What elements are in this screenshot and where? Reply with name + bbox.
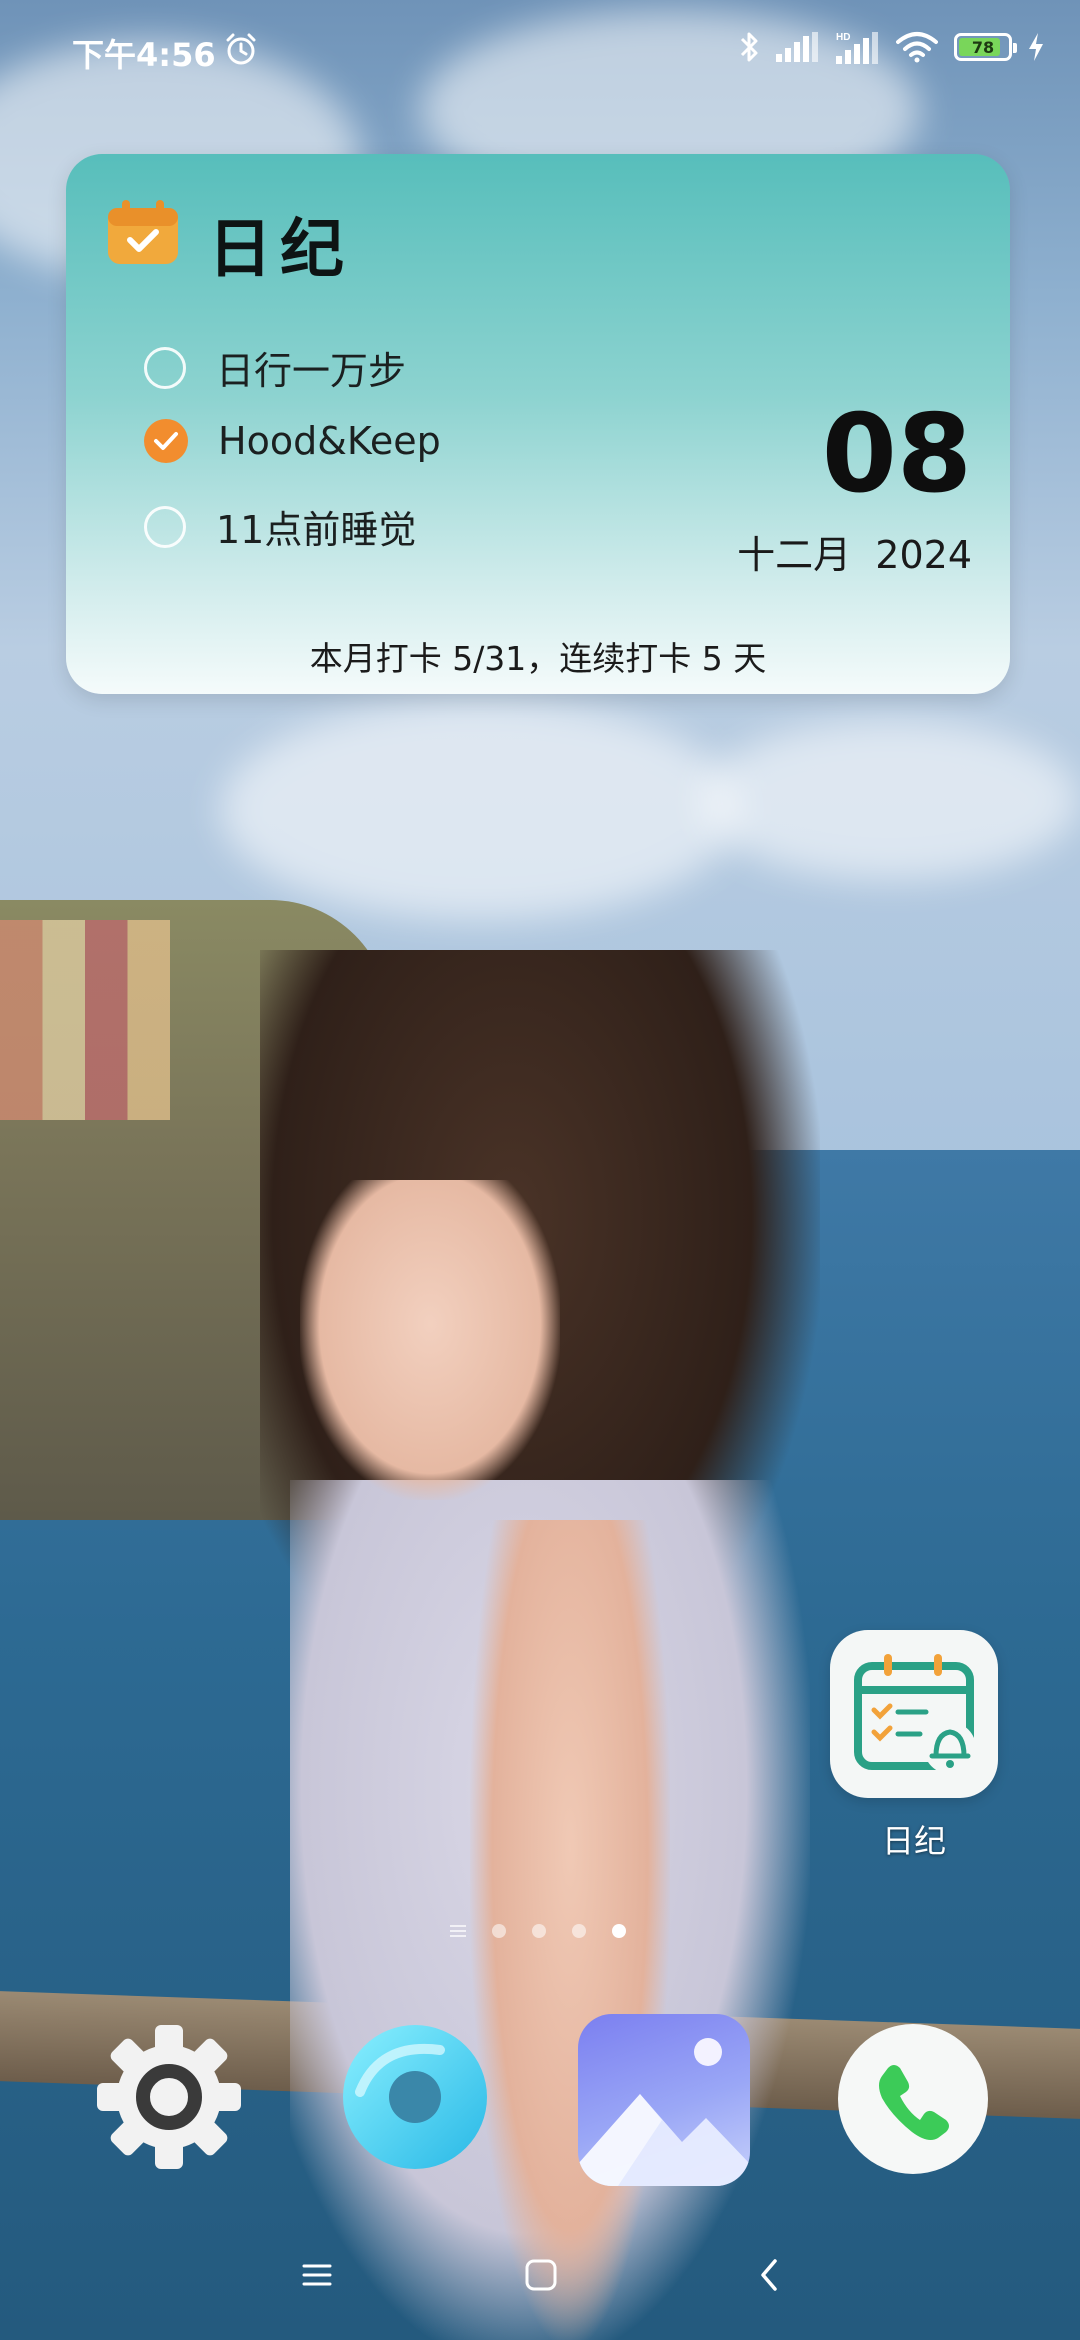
hd-signal-icon: HD [836,32,878,64]
page-indicator-menu-icon[interactable] [450,1925,466,1937]
widget-day: 08 [821,392,972,517]
dock-settings-app[interactable] [94,2022,244,2172]
status-time: 下午4:56 [72,36,216,74]
calendar-check-icon [108,200,178,264]
habit-widget[interactable]: 日纪 日行一万步 Hood&Keep 11点前睡觉 08 十二月 2024 本月… [66,154,1010,694]
gallery-mountain-icon [578,2038,750,2186]
signal-icon [776,32,818,62]
checkmark-icon [154,432,178,450]
svg-text:HD: HD [836,32,850,43]
task-item[interactable]: 日行一万步 [144,340,406,395]
home-button[interactable] [516,2250,566,2300]
task-label: Hood&Keep [218,419,441,463]
wifi-icon [896,32,938,63]
page-dot[interactable] [572,1924,586,1938]
menu-icon [302,2264,332,2286]
navigation-bar [0,2230,1080,2320]
back-button[interactable] [744,2250,794,2300]
task-item[interactable]: 11点前睡觉 [144,499,416,554]
widget-summary: 本月打卡 5/31，连续打卡 5 天 [309,639,767,678]
bluetooth-icon [740,32,758,62]
alarm-clock-icon [226,33,256,65]
app-icon-tile[interactable] [830,1630,998,1798]
page-indicator[interactable] [450,1924,626,1938]
wallpaper-cloud [220,700,740,920]
wallpaper-houses [0,920,170,1120]
task-label: 日行一万步 [216,349,407,393]
page-dot-active[interactable] [612,1924,626,1938]
dock-phone-app[interactable] [838,2024,988,2174]
charging-bolt-icon [1029,33,1043,61]
calendar-bell-icon [854,1654,976,1774]
unchecked-circle-icon[interactable] [144,346,186,389]
widget-title: 日纪 [208,213,352,287]
battery-level: 78 [971,37,995,57]
back-icon [761,2259,777,2291]
wallpaper-person-head [300,1180,560,1500]
app-rijì[interactable]: 日纪 [828,1630,1000,1862]
page-dot[interactable] [532,1924,546,1938]
status-icons: HD 78 [738,30,1044,64]
task-label: 11点前睡觉 [216,508,417,552]
wallpaper-cloud [700,720,1080,880]
dock-browser-app[interactable] [340,2022,490,2172]
widget-month-year: 十二月 2024 [737,533,972,577]
menu-button[interactable] [292,2250,342,2300]
unchecked-circle-icon[interactable] [144,505,186,548]
settings-gear-icon [97,2025,241,2169]
task-item[interactable]: Hood&Keep [144,419,441,463]
home-icon [525,2259,557,2291]
checked-circle-icon[interactable] [144,419,188,463]
app-label: 日纪 [881,1822,946,1860]
dock-gallery-app[interactable] [578,2014,750,2186]
phone-handset-icon [879,2065,949,2140]
browser-ring-icon [343,2025,487,2169]
page-dot[interactable] [492,1924,506,1938]
battery-icon: 78 [954,33,1017,61]
status-bar: 下午4:56 HD 78 [0,0,1080,100]
